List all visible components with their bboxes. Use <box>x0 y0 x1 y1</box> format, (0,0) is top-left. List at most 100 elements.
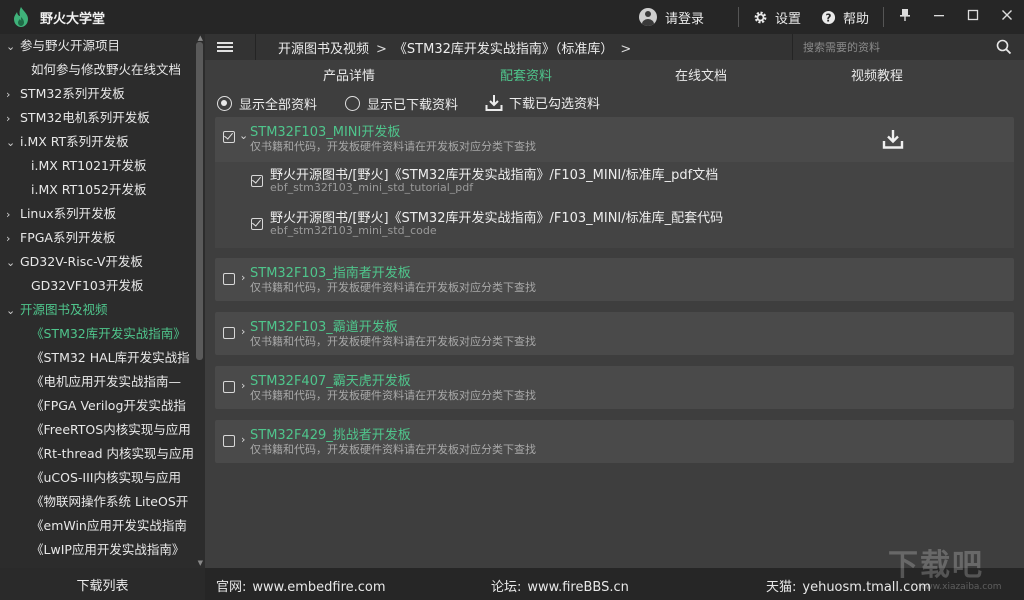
sidebar-item[interactable]: 《物联网操作系统 LiteOS开 <box>0 490 194 514</box>
sidebar-item-label: 《uCOS-III内核实现与应用 <box>31 470 181 485</box>
scroll-down-icon[interactable]: ▼ <box>198 559 203 567</box>
sidebar-item-label: 参与野火开源项目 <box>20 38 121 53</box>
chevron-down-icon[interactable]: ⌄ <box>239 129 248 142</box>
breadcrumb-bar: 开源图书及视频 > 《STM32库开发实战指南》（标准库） > <box>205 34 1024 60</box>
sidebar-item-label: 《emWin应用开发实战指南 <box>31 518 187 533</box>
board-panel-stm32f407: › STM32F407_霸天虎开发板 仅书籍和代码，开发板硬件资料请在开发板对应… <box>215 366 1014 409</box>
chevron-right-icon[interactable]: › <box>241 325 245 338</box>
board-subtitle: 仅书籍和代码，开发板硬件资料请在开发板对应分类下查找 <box>250 140 536 153</box>
show-all-label: 显示全部资料 <box>239 98 318 113</box>
sidebar-item[interactable]: › Linux系列开发板 <box>0 202 194 226</box>
board-checkbox[interactable] <box>223 435 235 447</box>
watermark-url: www.xiazaiba.com <box>918 582 1002 592</box>
sidebar-item-label: 如何参与修改野火在线文档 <box>31 62 182 77</box>
sidebar-item[interactable]: 《电机应用开发实战指南— <box>0 370 194 394</box>
divider <box>255 34 256 60</box>
board-subtitle: 仅书籍和代码，开发板硬件资料请在开发板对应分类下查找 <box>250 443 536 456</box>
sidebar-item[interactable]: 《Rt-thread 内核实现与应用 <box>0 442 194 466</box>
sidebar-item[interactable]: GD32VF103开发板 <box>0 274 194 298</box>
maximize-button[interactable] <box>956 0 990 34</box>
breadcrumb: 开源图书及视频 > 《STM32库开发实战指南》（标准库） > <box>278 38 638 57</box>
sidebar-item[interactable]: 《FreeRTOS内核实现与应用 <box>0 418 194 442</box>
menu-icon[interactable] <box>217 34 241 60</box>
search-box <box>792 34 1024 60</box>
watermark-logo: 下载吧 <box>888 548 984 583</box>
sidebar-item-label: GD32VF103开发板 <box>31 278 144 293</box>
sidebar-item-label: 《电机应用开发实战指南— <box>31 374 182 389</box>
footer-site-label: 官网: <box>216 580 247 595</box>
sidebar-item[interactable]: › FPGA系列开发板 <box>0 226 194 250</box>
sidebar-item[interactable]: ⌄ 参与野火开源项目 <box>0 34 194 58</box>
sidebar-item-label: GD32V-Risc-V开发板 <box>20 254 143 269</box>
download-icon <box>485 94 503 112</box>
file-subtitle: ebf_stm32f103_mini_std_code <box>270 224 437 237</box>
chevron-right-icon[interactable]: › <box>241 433 245 446</box>
board-checkbox[interactable] <box>223 273 235 285</box>
sidebar-item-label: STM32电机系列开发板 <box>20 110 150 125</box>
chevron-right-icon: › <box>6 232 11 245</box>
tab-online-docs[interactable]: 在线文档 <box>675 65 727 84</box>
sidebar-item[interactable]: ⌄ GD32V-Risc-V开发板 <box>0 250 194 274</box>
show-downloaded-radio[interactable]: 显示已下载资料 <box>345 94 458 113</box>
sidebar-item-label: 开源图书及视频 <box>20 302 108 317</box>
board-checkbox[interactable] <box>223 381 235 393</box>
chevron-down-icon: ⌄ <box>6 256 16 269</box>
sidebar-item[interactable]: › STM32电机系列开发板 <box>0 106 194 130</box>
chevron-right-icon[interactable]: › <box>241 379 245 392</box>
help-button[interactable]: ? 帮助 <box>811 0 879 34</box>
tab-product-details[interactable]: 产品详情 <box>323 65 375 84</box>
tab-materials[interactable]: 配套资料 <box>500 65 552 84</box>
settings-button[interactable]: 设置 <box>743 0 811 34</box>
sidebar-item-label: FPGA系列开发板 <box>20 230 116 245</box>
sidebar-item[interactable]: 《LwIP应用开发实战指南》 <box>0 538 194 562</box>
tab-video-tutorials[interactable]: 视频教程 <box>851 65 903 84</box>
download-selected-button[interactable]: 下载已勾选资料 <box>485 93 600 112</box>
sidebar-item[interactable]: 如何参与修改野火在线文档 <box>0 58 194 82</box>
breadcrumb-item-books[interactable]: 开源图书及视频 <box>278 42 369 57</box>
sidebar-item-label: 《LwIP应用开发实战指南》 <box>31 542 185 557</box>
file-checkbox[interactable] <box>251 218 263 230</box>
sidebar-item[interactable]: 《uCOS-III内核实现与应用 <box>0 466 194 490</box>
sidebar-item[interactable]: 《STM32库开发实战指南》 <box>0 322 194 346</box>
chevron-right-icon: › <box>6 88 11 101</box>
search-icon[interactable] <box>996 39 1012 55</box>
breadcrumb-item-current[interactable]: 《STM32库开发实战指南》（标准库） <box>394 42 613 57</box>
breadcrumb-separator: > <box>620 41 632 57</box>
close-button[interactable] <box>990 0 1024 34</box>
footer-forum-link[interactable]: www.fireBBS.cn <box>527 580 628 595</box>
footer-site-link[interactable]: www.embedfire.com <box>252 580 385 595</box>
show-downloaded-label: 显示已下载资料 <box>367 98 459 113</box>
sidebar-scrollbar[interactable] <box>196 42 203 360</box>
sidebar-item[interactable]: › STM32系列开发板 <box>0 82 194 106</box>
board-download-icon[interactable] <box>882 128 904 150</box>
file-checkbox[interactable] <box>251 175 263 187</box>
radio-unchecked-icon <box>345 96 360 111</box>
sidebar-item[interactable]: ⌄ i.MX RT系列开发板 <box>0 130 194 154</box>
chevron-right-icon[interactable]: › <box>241 271 245 284</box>
search-input[interactable] <box>803 40 983 54</box>
pin-button[interactable] <box>888 0 922 34</box>
sidebar-item[interactable]: 《STM32 HAL库开发实战指 <box>0 346 194 370</box>
scroll-up-icon[interactable]: ▲ <box>198 34 203 42</box>
board-checkbox[interactable] <box>223 131 235 143</box>
sidebar-item-label: Linux系列开发板 <box>20 206 117 221</box>
sidebar-item-label: 《Rt-thread 内核实现与应用 <box>31 446 194 461</box>
minimize-button[interactable] <box>922 0 956 34</box>
sidebar-item[interactable]: ⌄ 开源图书及视频 <box>0 298 194 322</box>
sidebar-item-label: 《FreeRTOS内核实现与应用 <box>31 422 191 437</box>
board-checkbox[interactable] <box>223 327 235 339</box>
file-row: 野火开源图书/[野火]《STM32库开发实战指南》/F103_MINI/标准库_… <box>215 162 995 205</box>
sidebar-item[interactable]: 《FPGA Verilog开发实战指 <box>0 394 194 418</box>
sidebar-item-label: i.MX RT1052开发板 <box>31 182 147 197</box>
board-panel-stm32f429: › STM32F429_挑战者开发板 仅书籍和代码，开发板硬件资料请在开发板对应… <box>215 420 1014 463</box>
divider <box>737 7 739 27</box>
download-list-button[interactable]: 下载列表 <box>0 568 205 600</box>
footer-forum-label: 论坛: <box>491 580 522 595</box>
login-button[interactable]: 请登录 <box>629 0 714 34</box>
sidebar-item-label: 《STM32库开发实战指南》 <box>31 326 186 341</box>
sidebar-item[interactable]: i.MX RT1052开发板 <box>0 178 194 202</box>
show-all-radio[interactable]: 显示全部资料 <box>217 94 317 113</box>
sidebar-item[interactable]: 《emWin应用开发实战指南 <box>0 514 194 538</box>
download-selected-label: 下载已勾选资料 <box>509 97 601 112</box>
sidebar-item[interactable]: i.MX RT1021开发板 <box>0 154 194 178</box>
